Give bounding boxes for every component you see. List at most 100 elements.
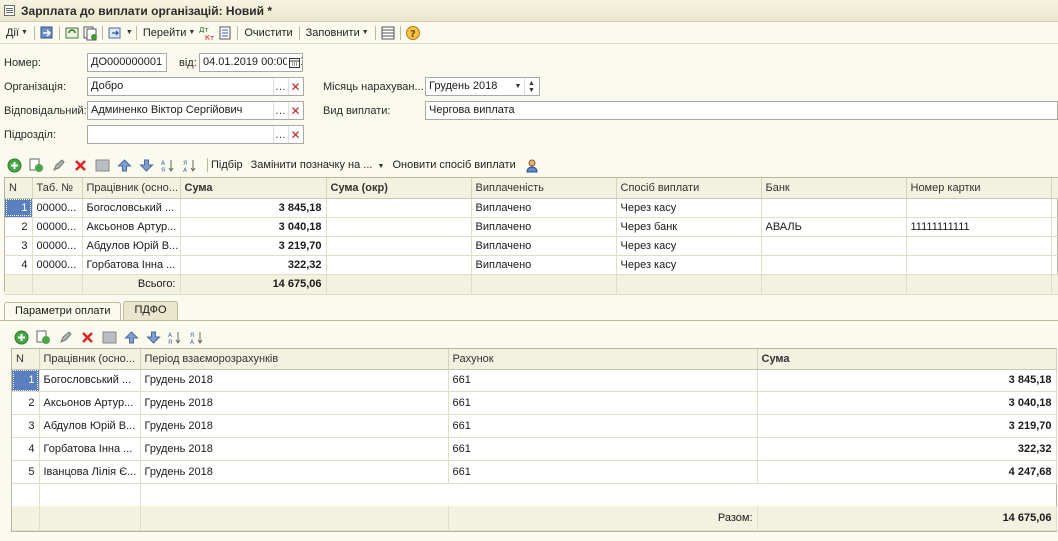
- help-button[interactable]: ?: [404, 24, 422, 42]
- column-header[interactable]: Виплаченість: [471, 178, 617, 199]
- table-row[interactable]: 1 00000... Богословський ... 3 845,18 Ви…: [5, 198, 1058, 218]
- row-number: 3: [12, 414, 40, 439]
- paid-status-cell: Виплачено: [471, 255, 617, 275]
- move-down-icon[interactable]: [145, 329, 162, 346]
- selection-button[interactable]: Підбір: [211, 159, 243, 171]
- calendar-icon[interactable]: [287, 54, 301, 71]
- column-header[interactable]: N: [5, 178, 33, 199]
- payments-grid[interactable]: N Таб. № Працівник (осно... Сума Сума (о…: [4, 177, 1058, 295]
- chevron-down-icon[interactable]: ▼: [126, 29, 133, 36]
- update-payment-method-button[interactable]: Оновити спосіб виплати: [392, 159, 515, 171]
- column-header[interactable]: Номер картки: [906, 178, 1052, 199]
- organization-field[interactable]: Добро … ✕: [87, 77, 304, 96]
- sort-asc-icon[interactable]: АЯ: [167, 329, 184, 346]
- chevron-down-icon: ▼: [20, 29, 28, 36]
- refresh-button[interactable]: [63, 24, 81, 42]
- account-cell: 661: [448, 460, 758, 484]
- column-header[interactable]: Період взаєморозрахунків: [140, 349, 449, 370]
- edit-icon[interactable]: [57, 329, 74, 346]
- actions-menu[interactable]: Дії ▼: [3, 24, 31, 42]
- tab-pdfo[interactable]: ПДФО: [123, 301, 178, 320]
- clear-icon[interactable]: ✕: [288, 102, 302, 119]
- copy-icon[interactable]: [35, 329, 52, 346]
- select-ellipsis-button[interactable]: …: [273, 102, 287, 119]
- date-field[interactable]: 04.01.2019 00:00:00: [199, 53, 303, 72]
- card-number-cell: [906, 236, 1052, 256]
- sort-desc-icon[interactable]: ЯА: [189, 329, 206, 346]
- table-header-row: N Працівник (осно... Період взаєморозрах…: [12, 349, 1057, 370]
- clear-icon[interactable]: ✕: [288, 78, 302, 95]
- table-row[interactable]: 3 Абдулов Юрій В... Грудень 2018 661 3 2…: [12, 414, 1057, 439]
- table-row[interactable]: 3 00000... Абдулов Юрій В... 3 219,70 Ви…: [5, 236, 1058, 256]
- column-header[interactable]: N: [12, 349, 40, 370]
- total-label: Разом:: [448, 506, 758, 532]
- payment-method-cell: Через касу: [616, 255, 762, 275]
- chevron-down-icon[interactable]: ▼: [511, 78, 525, 95]
- table-row[interactable]: 2 Аксьонов Артур... Грудень 2018 661 3 0…: [12, 391, 1057, 416]
- table-row[interactable]: 2 00000... Аксьонов Артур... 3 040,18 Ви…: [5, 217, 1058, 237]
- account-cell: 661: [448, 369, 758, 393]
- number-field[interactable]: ДО000000001: [87, 53, 167, 72]
- employee-cell: Горбатова Інна ...: [82, 255, 181, 275]
- fill-menu[interactable]: Заповнити ▼: [303, 24, 372, 42]
- payment-type-field[interactable]: Чергова виплата: [425, 101, 1058, 120]
- column-header[interactable]: Працівник (осно...: [82, 178, 181, 199]
- column-header[interactable]: Сума: [180, 178, 327, 199]
- spin-icon[interactable]: ▲ ▼: [524, 78, 538, 95]
- move-down-icon[interactable]: [138, 157, 155, 174]
- sum-round-cell: [326, 236, 472, 256]
- column-header[interactable]: Сума: [757, 349, 1057, 370]
- select-ellipsis-button[interactable]: …: [273, 78, 287, 95]
- move-up-icon[interactable]: [123, 329, 140, 346]
- account-cell: 661: [448, 414, 758, 439]
- end-edit-icon[interactable]: [94, 157, 111, 174]
- period-cell: Грудень 2018: [140, 437, 449, 462]
- add-icon[interactable]: [6, 157, 23, 174]
- column-header[interactable]: Рахунок: [448, 349, 758, 370]
- table-row[interactable]: 4 00000... Горбатова Інна ... 322,32 Вип…: [5, 255, 1058, 275]
- clear-button[interactable]: Очистити: [241, 24, 295, 42]
- goto-menu[interactable]: Перейти ▼: [140, 24, 199, 42]
- replace-mark-menu[interactable]: Замінити позначку на ... ▼: [251, 159, 385, 171]
- empty-cell: [39, 483, 141, 507]
- structure-button[interactable]: [379, 24, 397, 42]
- based-on-button[interactable]: [106, 24, 124, 42]
- column-header[interactable]: [1051, 178, 1058, 199]
- column-header[interactable]: Працівник (осно...: [39, 349, 141, 370]
- delete-icon[interactable]: [72, 157, 89, 174]
- copy-icon[interactable]: [28, 157, 45, 174]
- payment-method-cell: Через касу: [616, 198, 762, 218]
- params-grid[interactable]: N Працівник (осно... Період взаєморозрах…: [11, 348, 1057, 532]
- column-header[interactable]: Банк: [761, 178, 907, 199]
- copy-doc-button[interactable]: [81, 24, 99, 42]
- delete-icon[interactable]: [79, 329, 96, 346]
- move-up-icon[interactable]: [116, 157, 133, 174]
- department-field[interactable]: … ✕: [87, 125, 304, 144]
- column-header[interactable]: Сума (окр): [326, 178, 472, 199]
- empty-cell: [471, 274, 617, 295]
- sort-desc-icon[interactable]: ЯА: [182, 157, 199, 174]
- empty-cell: [326, 274, 472, 295]
- tab-payment-params[interactable]: Параметри оплати: [4, 302, 122, 321]
- table-row[interactable]: 1 Богословський ... Грудень 2018 661 3 8…: [12, 369, 1057, 393]
- table-row[interactable]: 4 Горбатова Інна ... Грудень 2018 661 32…: [12, 437, 1057, 462]
- month-field[interactable]: Грудень 2018 ▼ ▲ ▼: [425, 77, 540, 96]
- column-header[interactable]: Таб. №: [32, 178, 83, 199]
- post-and-close-button[interactable]: [38, 24, 56, 42]
- select-ellipsis-button[interactable]: …: [273, 126, 287, 143]
- dtkt-button[interactable]: Дт Кт: [198, 24, 216, 42]
- clear-icon[interactable]: ✕: [288, 126, 302, 143]
- row-number: 4: [5, 255, 33, 275]
- sort-asc-icon[interactable]: АЯ: [160, 157, 177, 174]
- edit-icon[interactable]: [50, 157, 67, 174]
- employee-icon[interactable]: [524, 157, 541, 174]
- table-row[interactable]: 5 Іванцова Лілія Є... Грудень 2018 661 4…: [12, 460, 1057, 484]
- add-icon[interactable]: [13, 329, 30, 346]
- svg-text:?: ?: [410, 29, 416, 40]
- based-on-icon: [108, 27, 121, 38]
- column-header[interactable]: Спосіб виплати: [616, 178, 762, 199]
- end-edit-icon[interactable]: [101, 329, 118, 346]
- responsible-field[interactable]: Админенко Віктор Сергійович … ✕: [87, 101, 304, 120]
- tab-strip: Параметри оплати ПДФО: [4, 301, 180, 321]
- report-button[interactable]: [216, 24, 234, 42]
